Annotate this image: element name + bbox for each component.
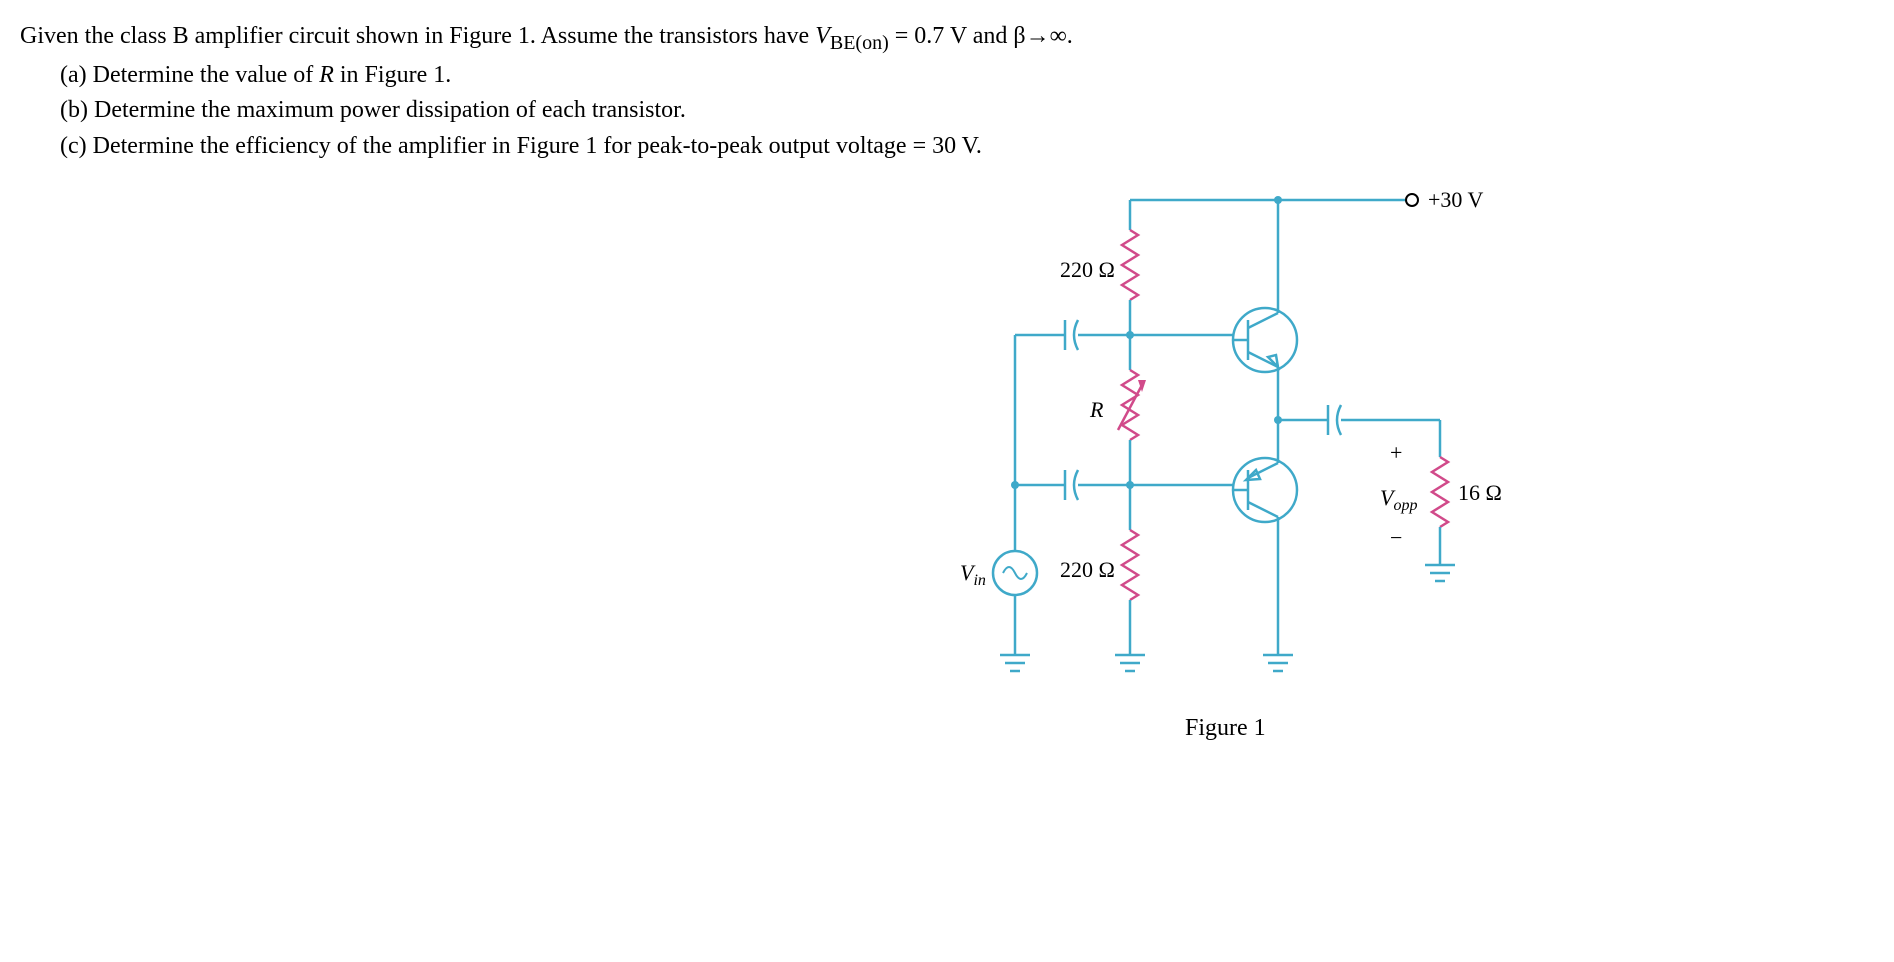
sub-questions: (a) Determine the value of R in Figure 1… xyxy=(20,59,1874,164)
circuit-figure: +30 V 220 Ω R xyxy=(850,185,1550,745)
vin-label: Vin xyxy=(960,560,986,589)
a-rest: in Figure 1. xyxy=(334,62,451,88)
vbe-rest: = 0.7 V and β→∞. xyxy=(889,23,1073,49)
a-var: R xyxy=(319,62,334,88)
q-stem: Given the class B amplifier circuit show… xyxy=(20,23,815,49)
part-c: (c) Determine the efficiency of the ampl… xyxy=(60,130,1874,164)
a-text: (a) Determine the value of xyxy=(60,62,319,88)
part-b: (b) Determine the maximum power dissipat… xyxy=(60,94,1874,128)
r-mid-label: R xyxy=(1089,397,1104,422)
vbe-var: V xyxy=(815,23,830,49)
minus-label: − xyxy=(1390,525,1402,550)
problem-text: Given the class B amplifier circuit show… xyxy=(20,20,1874,164)
vcc-label: +30 V xyxy=(1428,187,1484,212)
vbe-sub: BE(on) xyxy=(830,32,889,54)
r-bottom-label: 220 Ω xyxy=(1060,557,1115,582)
plus-label: + xyxy=(1390,440,1402,465)
rload-label: 16 Ω xyxy=(1458,480,1502,505)
vout-label: Vopp xyxy=(1380,485,1417,514)
part-a: (a) Determine the value of R in Figure 1… xyxy=(60,59,1874,93)
r-top-label: 220 Ω xyxy=(1060,257,1115,282)
figure-caption: Figure 1 xyxy=(1185,715,1266,742)
main-question: Given the class B amplifier circuit show… xyxy=(20,20,1874,57)
